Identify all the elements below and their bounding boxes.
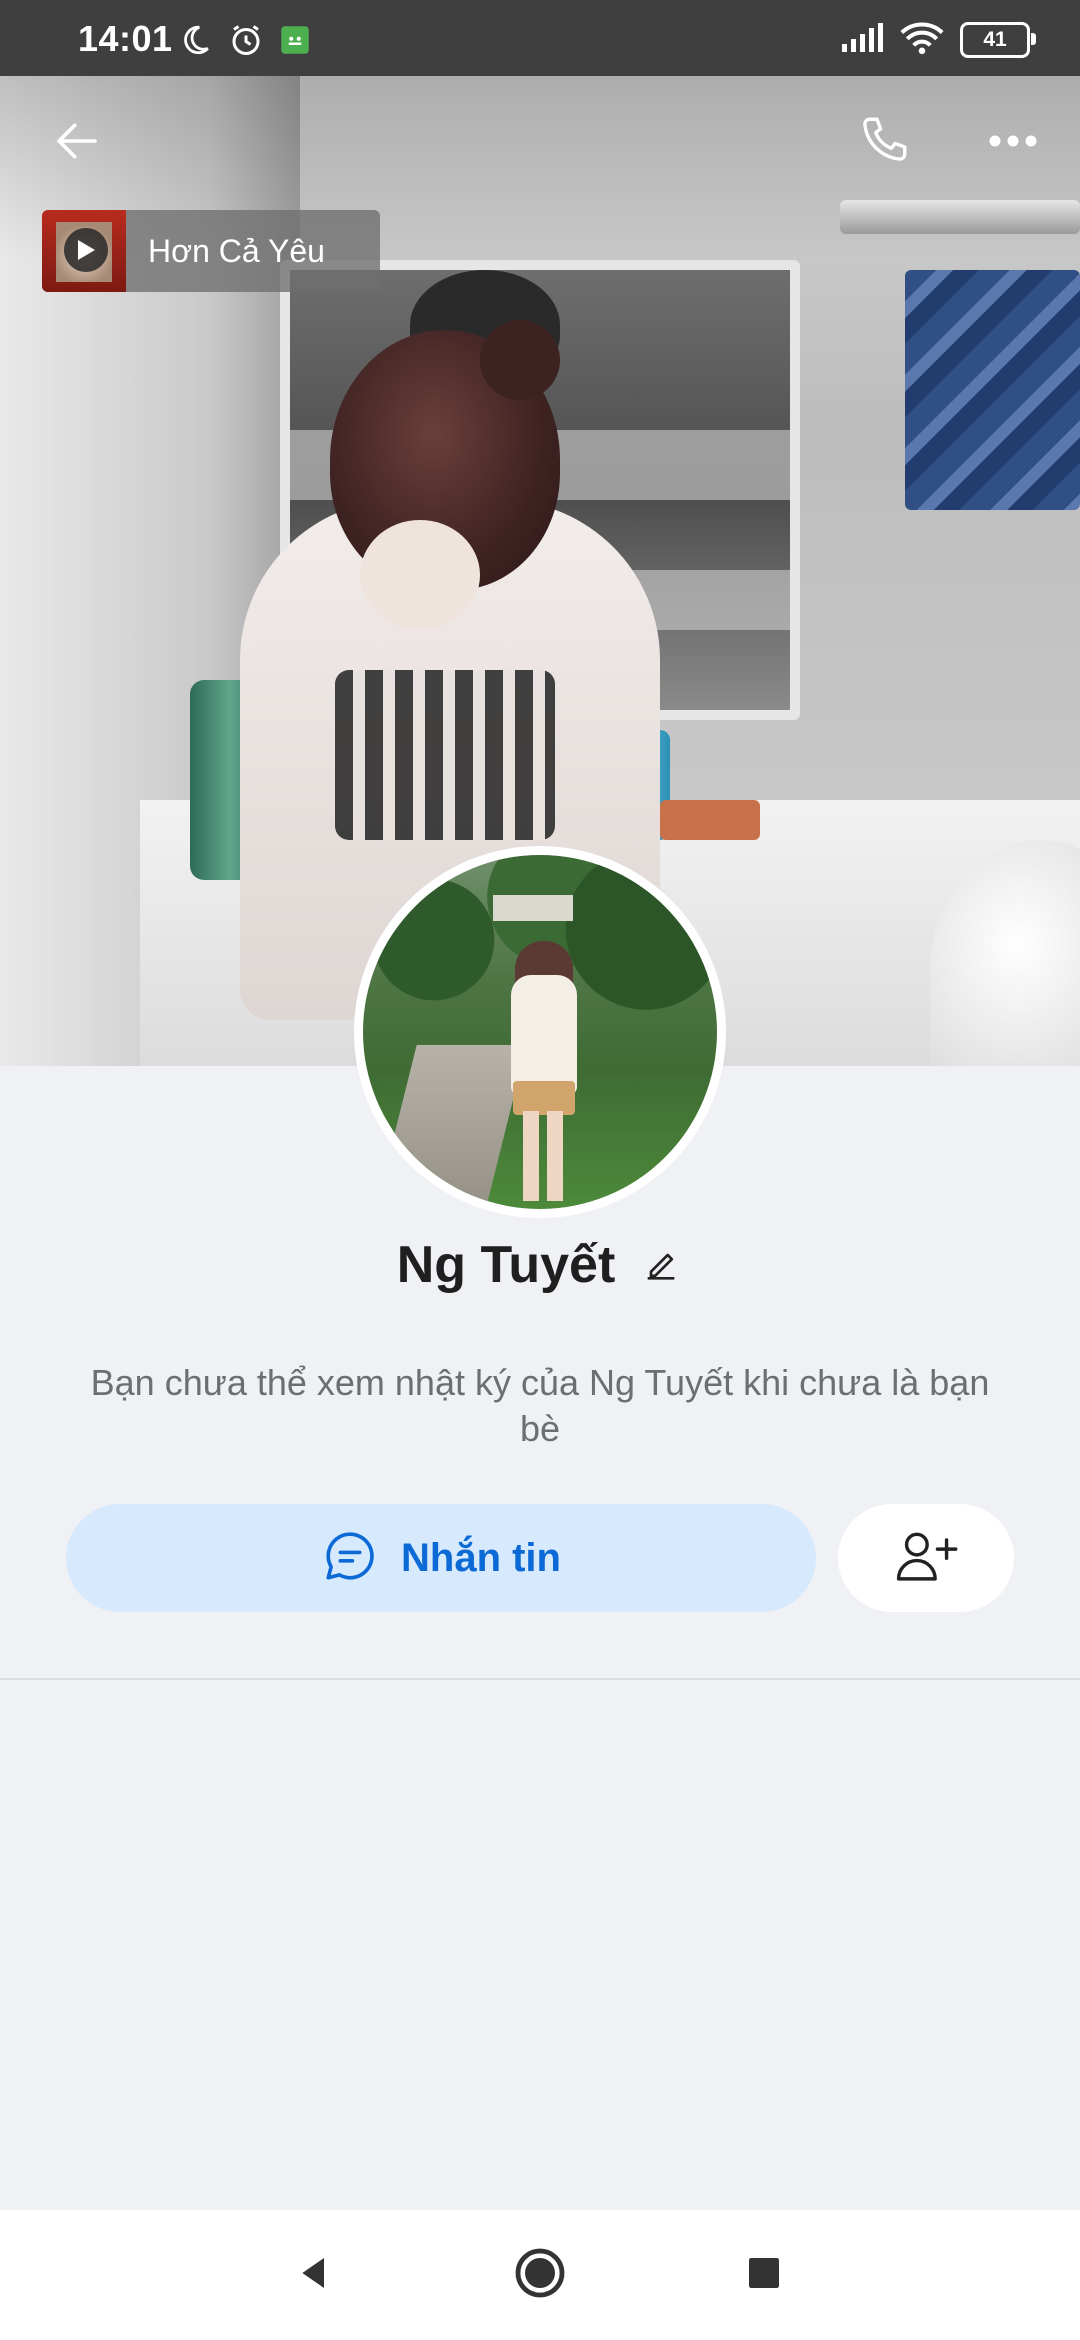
status-time: 14:01 (78, 18, 173, 59)
nav-home-button[interactable] (500, 2240, 580, 2310)
more-button[interactable] (968, 98, 1058, 188)
call-button[interactable] (838, 98, 928, 188)
play-icon[interactable] (64, 228, 108, 272)
battery-icon: 41 (960, 22, 1036, 58)
profile-screen: 14:01 41 Hơn Cả Yêu Ng Tuyết Bạn chưa th… (0, 0, 1080, 2340)
system-navigation-bar (0, 2210, 1080, 2340)
message-button[interactable]: Nhắn tin (66, 1504, 816, 1612)
wifi-icon (900, 21, 944, 60)
message-button-label: Nhắn tin (401, 1535, 561, 1580)
section-divider (0, 1678, 1080, 1680)
nav-back-button[interactable] (274, 2240, 354, 2310)
nav-recents-button[interactable] (724, 2240, 804, 2310)
profile-name: Ng Tuyết (396, 1236, 616, 1294)
arrow-left-icon (50, 114, 104, 173)
signal-icon (840, 22, 884, 59)
square-recents-icon (746, 2255, 782, 2296)
music-title: Hơn Cả Yêu (148, 232, 325, 269)
alarm-icon (228, 22, 264, 63)
more-horizontal-icon (988, 133, 1038, 154)
battery-level: 41 (983, 28, 1007, 51)
phone-icon (854, 112, 912, 175)
moon-icon (178, 23, 212, 62)
circle-home-icon (514, 2247, 566, 2304)
privacy-note: Bạn chưa thể xem nhật ký của Ng Tuyết kh… (90, 1362, 990, 1449)
app-notification-icon (280, 25, 310, 60)
pencil-icon[interactable] (639, 1243, 683, 1287)
avatar-photo (363, 855, 717, 1209)
status-bar: 14:01 41 (0, 0, 1080, 76)
avatar[interactable] (354, 846, 726, 1218)
add-friend-button[interactable] (838, 1504, 1014, 1612)
profile-name-row: Ng Tuyết (0, 1230, 1080, 1300)
back-button[interactable] (32, 98, 122, 188)
profile-music-chip[interactable]: Hơn Cả Yêu (42, 210, 380, 292)
music-cover-art (42, 210, 126, 292)
chat-bubble-icon (321, 1527, 379, 1590)
triangle-back-icon (294, 2253, 334, 2298)
add-user-icon (894, 1527, 958, 1590)
